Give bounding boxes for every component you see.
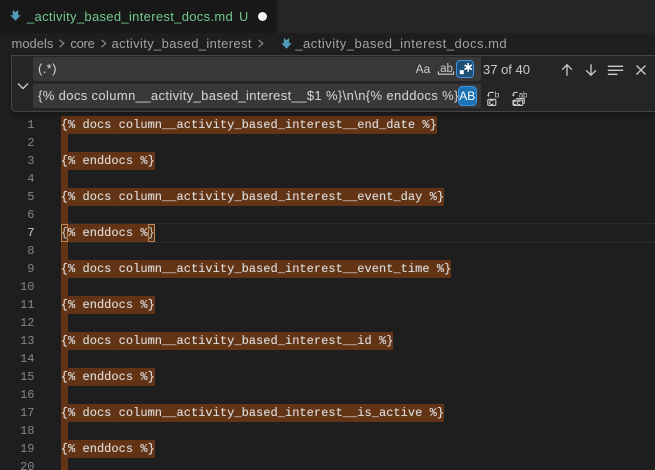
svg-text:b: b	[495, 91, 500, 100]
svg-text:ab: ab	[440, 63, 453, 75]
